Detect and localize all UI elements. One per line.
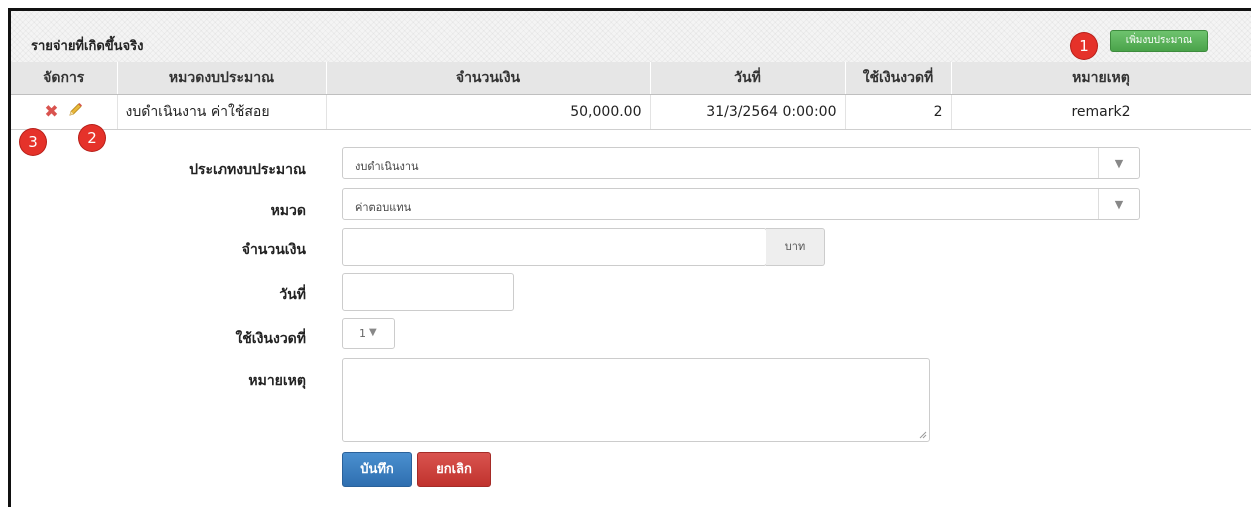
installment-label: ใช้เงินงวดที่ <box>235 331 306 347</box>
remark-label: หมายเหตุ <box>248 373 306 389</box>
category-label: หมวด <box>270 203 306 219</box>
category-value: ค่าตอบแทน <box>355 201 412 214</box>
callout-badge-3: 3 <box>20 129 46 155</box>
column-header-category: หมวดงบประมาณ <box>117 62 327 95</box>
cell-remark: remark2 <box>951 94 1251 130</box>
cell-installment: 2 <box>845 94 952 130</box>
caret-down-icon: ▼ <box>1098 148 1139 178</box>
table-header-row: จัดการ หมวดงบประมาณ จำนวนเงิน วันที่ ใช้… <box>11 62 1251 95</box>
cell-date: 31/3/2564 0:00:00 <box>650 94 846 130</box>
cancel-button[interactable]: ยกเลิก <box>417 452 491 487</box>
delete-icon[interactable]: ✖ <box>44 102 58 122</box>
category-select[interactable]: ค่าตอบแทน ▼ <box>342 188 1140 220</box>
cell-category: งบดำเนินงาน ค่าใช้สอย <box>117 94 327 130</box>
column-header-manage: จัดการ <box>11 62 118 95</box>
column-header-amount: จำนวนเงิน <box>326 62 651 95</box>
installment-select[interactable]: 1 ▼ <box>342 318 395 349</box>
date-input[interactable] <box>342 273 514 311</box>
amount-unit-addon: บาท <box>766 228 825 266</box>
column-header-installment: ใช้เงินงวดที่ <box>845 62 952 95</box>
table-row: ✖ งบดำเนินงาน ค่าใช้สอย 50,000.00 31/3/2… <box>11 94 1251 130</box>
remark-textarea[interactable] <box>342 358 930 442</box>
expense-table: จัดการ หมวดงบประมาณ จำนวนเงิน วันที่ ใช้… <box>11 62 1251 130</box>
resize-grip-icon[interactable] <box>919 431 927 439</box>
cell-amount: 50,000.00 <box>326 94 651 130</box>
budget-type-value: งบดำเนินงาน <box>355 160 419 173</box>
column-header-date: วันที่ <box>650 62 846 95</box>
callout-badge-2: 2 <box>79 125 105 151</box>
amount-label: จำนวนเงิน <box>241 242 306 258</box>
save-button[interactable]: บันทึก <box>342 452 412 487</box>
panel-title: รายจ่ายที่เกิดขึ้นจริง <box>31 39 144 54</box>
budget-type-select[interactable]: งบดำเนินงาน ▼ <box>342 147 1140 179</box>
date-label: วันที่ <box>279 287 306 303</box>
budget-type-label: ประเภทงบประมาณ <box>189 162 306 178</box>
column-header-remark: หมายเหตุ <box>951 62 1251 95</box>
caret-down-icon: ▼ <box>1098 189 1139 219</box>
amount-input[interactable] <box>342 228 767 266</box>
edit-pencil-icon[interactable] <box>67 102 83 122</box>
installment-value: 1 <box>359 327 366 340</box>
row-actions: ✖ <box>11 94 118 130</box>
callout-badge-1: 1 <box>1071 33 1097 59</box>
add-budget-button[interactable]: เพิ่มงบประมาณ <box>1110 30 1208 52</box>
panel-header: รายจ่ายที่เกิดขึ้นจริง <box>11 11 1251 62</box>
caret-down-icon: ▼ <box>369 327 377 338</box>
